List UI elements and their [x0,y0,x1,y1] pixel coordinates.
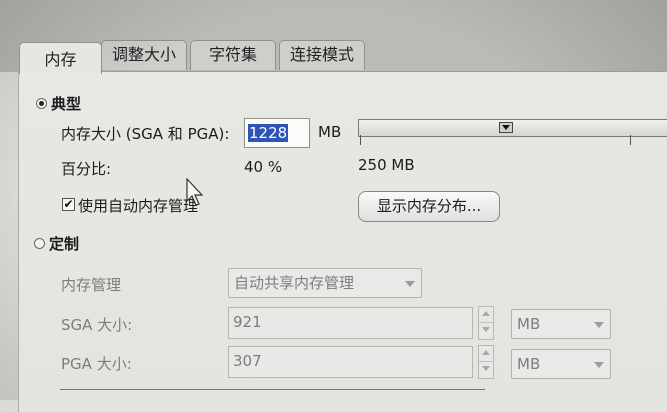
memory-size-value: 1228 [248,124,289,142]
memory-management-select[interactable]: 自动共享内存管理 [228,268,422,298]
pga-size-stepper[interactable] [478,345,494,379]
sga-size-input[interactable]: 921 [228,307,473,339]
tab-character-set-label: 字符集 [208,45,257,64]
tab-character-set[interactable]: 字符集 [190,40,276,70]
pga-size-value: 307 [233,352,262,370]
chevron-down-icon [594,322,604,328]
slider-min-label: 250 MB [358,156,415,174]
slider-thumb[interactable] [499,122,513,133]
tab-connection-mode-label: 连接模式 [289,45,354,64]
tab-sizing-label: 调整大小 [111,45,176,64]
pga-unit-select[interactable]: MB [511,349,611,379]
sga-unit-value: MB [517,315,541,333]
show-memory-distribution-label: 显示内存分布... [376,197,482,215]
slider-tick [630,135,631,145]
memory-management-value: 自动共享内存管理 [234,274,355,292]
memory-slider[interactable] [358,119,667,137]
auto-memory-checkbox-label: 使用自动内存管理 [78,197,199,215]
custom-radio[interactable] [34,238,45,249]
memory-unit-label: MB [318,123,342,141]
custom-radio-label: 定制 [49,235,80,253]
sga-size-stepper[interactable] [478,306,494,340]
percent-value: 40 % [244,158,283,176]
tab-sizing[interactable]: 调整大小 [101,40,187,70]
typical-radio-label: 典型 [51,95,82,113]
memory-size-input[interactable]: 1228 [244,118,310,148]
mouse-cursor-icon [186,177,204,206]
sga-size-label: SGA 大小: [61,316,133,334]
tab-memory[interactable]: 内存 [19,42,102,74]
slider-tick [360,135,361,145]
pga-size-input[interactable]: 307 [228,346,473,378]
memory-size-label: 内存大小 (SGA 和 PGA): [61,125,230,143]
auto-memory-checkbox[interactable]: ✔ [62,198,75,211]
typical-radio[interactable] [36,98,47,109]
sga-unit-select[interactable]: MB [511,309,611,339]
show-memory-distribution-button[interactable]: 显示内存分布... [358,191,500,222]
percent-label: 百分比: [61,160,112,178]
tab-connection-mode[interactable]: 连接模式 [279,40,365,70]
stepper-down-icon [482,366,490,371]
chevron-down-icon [594,362,604,368]
memory-management-label: 内存管理 [61,276,122,294]
tab-bar: 内存 调整大小 字符集 连接模式 [0,0,667,74]
tab-memory-label: 内存 [44,50,77,69]
checkmark-icon: ✔ [63,197,74,211]
stepper-up-icon [482,350,490,355]
stepper-up-icon [482,311,490,316]
stepper-down-icon [482,327,490,332]
pga-size-label: PGA 大小: [61,355,132,373]
chevron-down-icon [405,281,415,287]
pga-unit-value: MB [517,355,541,373]
sga-size-value: 921 [233,313,262,331]
section-divider [60,389,485,390]
